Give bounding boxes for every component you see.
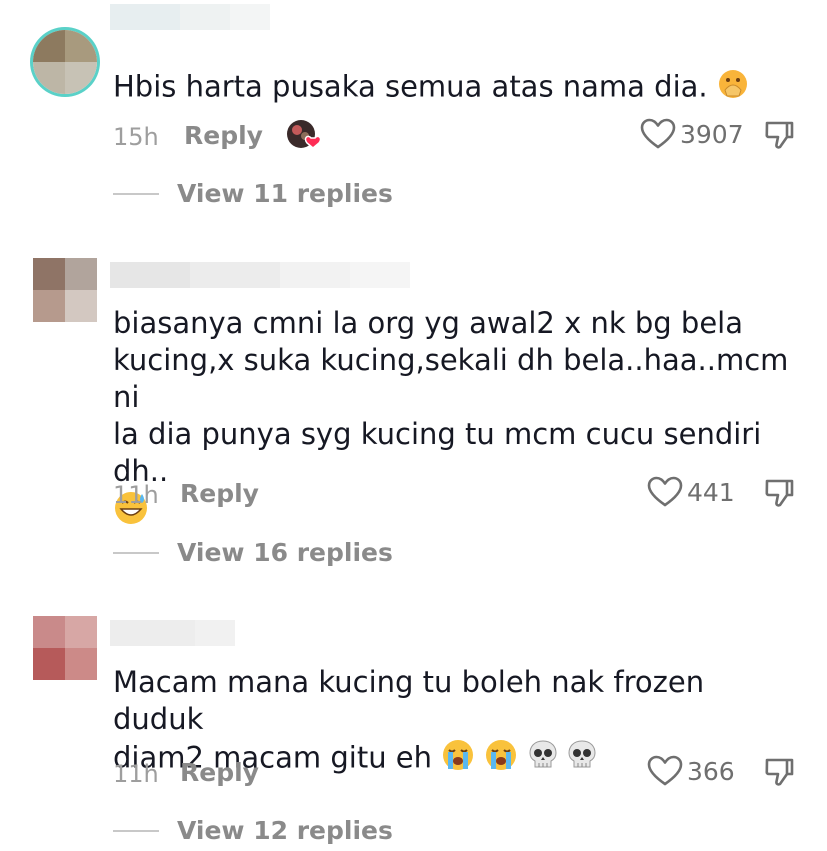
creator-liked-avatar-icon <box>285 118 323 154</box>
comment-time: 15h <box>113 123 159 151</box>
view-replies-button[interactable]: View 11 replies <box>113 179 393 208</box>
comment-time: 11h <box>113 481 159 509</box>
username-blurred[interactable] <box>110 262 410 288</box>
like-button[interactable]: 366 <box>647 755 735 787</box>
skull-emoji <box>567 739 597 780</box>
thumbs-down-outline-icon <box>765 758 794 786</box>
reply-button[interactable]: Reply <box>180 758 259 787</box>
thumbs-down-outline-icon <box>765 121 794 149</box>
reply-button[interactable]: Reply <box>180 479 259 508</box>
avatar[interactable] <box>33 258 97 322</box>
view-replies-button[interactable]: View 16 replies <box>113 538 393 567</box>
dislike-button[interactable] <box>764 756 796 793</box>
avatar[interactable] <box>33 616 97 680</box>
like-count: 3907 <box>680 119 744 149</box>
divider <box>113 551 159 554</box>
heart-outline-icon <box>640 118 676 149</box>
loudly-crying-emoji <box>441 738 475 781</box>
heart-outline-icon <box>647 476 683 507</box>
divider <box>113 192 159 195</box>
loudly-crying-emoji <box>484 738 518 781</box>
comment-text: Hbis harta pusaka semua atas nama dia. <box>113 68 803 109</box>
reply-button[interactable]: Reply <box>184 121 263 150</box>
dislike-button[interactable] <box>764 477 796 514</box>
username-blurred[interactable] <box>110 4 270 30</box>
skull-emoji <box>528 739 558 780</box>
like-count: 366 <box>687 756 735 786</box>
avatar[interactable] <box>33 30 97 94</box>
like-button[interactable]: 441 <box>647 476 735 508</box>
like-button[interactable]: 3907 <box>640 118 744 150</box>
thumbs-down-outline-icon <box>765 479 794 507</box>
view-replies-button[interactable]: View 12 replies <box>113 816 393 845</box>
comment-time: 11h <box>113 760 159 788</box>
hand-over-mouth-emoji <box>717 68 749 109</box>
heart-outline-icon <box>647 755 683 786</box>
like-count: 441 <box>687 477 735 507</box>
dislike-button[interactable] <box>764 119 796 156</box>
divider <box>113 829 159 832</box>
username-blurred[interactable] <box>110 620 235 646</box>
